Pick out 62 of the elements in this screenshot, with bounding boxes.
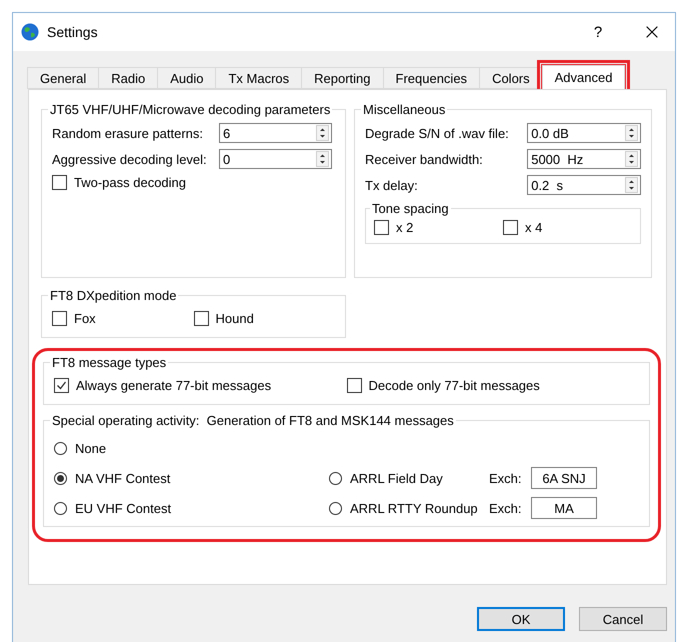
field-label: Receiver bandwidth:: [365, 152, 484, 166]
tab[interactable]: Reporting: [301, 67, 384, 89]
tab[interactable]: Tx Macros: [215, 67, 302, 89]
dialog-button[interactable]: OK: [477, 607, 565, 631]
tab[interactable]: Audio: [157, 67, 216, 89]
radio-label: ARRL Field Day: [350, 470, 443, 486]
checkbox[interactable]: [54, 378, 69, 393]
radio-button[interactable]: [329, 472, 342, 484]
exchange-label: Exch:: [489, 470, 523, 486]
checkbox[interactable]: [374, 220, 389, 235]
tab[interactable]: Frequencies: [382, 67, 480, 89]
spin-box[interactable]: 0.0 dB: [527, 123, 641, 143]
help-button[interactable]: ?: [575, 24, 621, 40]
group-title: Special operating activity: Generation of FT8 and MSK144 messages: [51, 413, 455, 428]
tab[interactable]: Radio: [98, 67, 158, 89]
spin-arrows-icon[interactable]: [625, 151, 638, 167]
checkbox-label: Two-pass decoding: [74, 175, 186, 190]
spin-box[interactable]: 0.2 s: [527, 175, 641, 195]
radio-label: NA VHF Contest: [75, 470, 170, 486]
checkbox-label: x 4: [525, 220, 542, 235]
checkmark-icon: [56, 380, 67, 391]
checkbox-label: Fox: [74, 311, 96, 326]
group-title: FT8 DXpedition mode: [49, 288, 178, 303]
exchange-label: Exch:: [489, 500, 523, 516]
checkbox[interactable]: [52, 311, 67, 326]
spin-arrows-icon[interactable]: [625, 125, 638, 141]
spin-box[interactable]: 0: [219, 149, 332, 169]
spin-arrows-icon[interactable]: [625, 177, 638, 193]
field-label: Aggressive decoding level:: [52, 152, 208, 166]
checkbox[interactable]: [194, 311, 208, 326]
window-title: Settings: [47, 24, 99, 40]
spin-box[interactable]: 6: [219, 123, 332, 143]
checkbox-label: Always generate 77-bit messages: [76, 378, 272, 393]
checkbox[interactable]: [503, 220, 518, 235]
spin-box[interactable]: 5000 Hz: [527, 149, 641, 169]
exchange-field[interactable]: 6A SNJ: [531, 467, 597, 489]
tab[interactable]: General: [27, 67, 100, 89]
checkbox[interactable]: [346, 378, 362, 393]
field-label: Degrade S/N of .wav file:: [365, 126, 510, 140]
radio-label: EU VHF Contest: [75, 500, 172, 516]
group-title: Tone spacing: [371, 201, 450, 216]
checkbox-label: Decode only 77-bit messages: [368, 378, 540, 393]
group-title: FT8 message types: [51, 355, 168, 370]
radio-button[interactable]: [54, 442, 67, 454]
radio-label: None: [75, 440, 106, 456]
spin-arrows-icon[interactable]: [316, 151, 329, 167]
group-title: Miscellaneous: [362, 102, 446, 117]
exchange-field[interactable]: MA: [531, 497, 597, 519]
radio-button[interactable]: [54, 472, 67, 484]
radio-label: ARRL RTTY Roundup: [350, 500, 478, 516]
group-title: JT65 VHF/UHF/Microwave decoding parameters: [49, 102, 332, 117]
globe-icon: [21, 23, 39, 41]
field-label: Tx delay:: [365, 178, 419, 192]
spin-arrows-icon[interactable]: [316, 125, 329, 141]
checkbox[interactable]: [52, 175, 67, 190]
dialog-button[interactable]: Cancel: [579, 607, 667, 631]
radio-button[interactable]: [54, 502, 67, 514]
checkbox-label: x 2: [396, 220, 414, 235]
checkbox-label: Hound: [216, 311, 254, 326]
field-label: Random erasure patterns:: [52, 126, 204, 140]
radio-button[interactable]: [329, 502, 342, 514]
tab[interactable]: Colors: [479, 67, 543, 89]
